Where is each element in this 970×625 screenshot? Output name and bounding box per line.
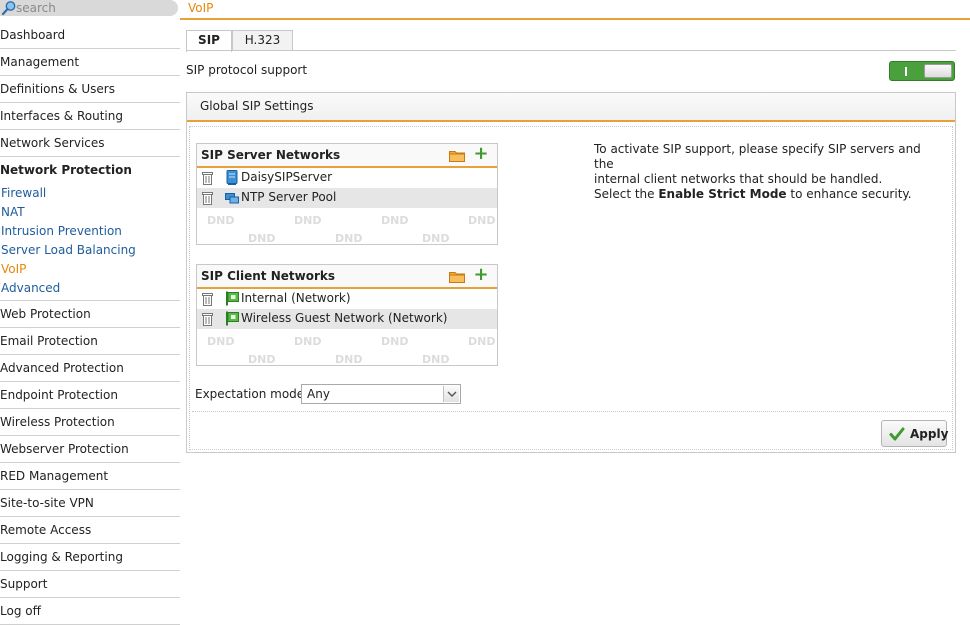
drop-zone[interactable]: DND DND DND DND DND DND DND: [197, 329, 497, 365]
info-line: To activate SIP support, please specify …: [594, 142, 921, 171]
check-icon: [889, 427, 905, 441]
toggle-on-indicator: [905, 67, 907, 76]
sip-server-networks-title: SIP Server Networks: [201, 148, 341, 162]
info-text: to enhance security.: [786, 187, 912, 201]
expectation-mode-label: Expectation mode:: [195, 387, 309, 401]
drop-zone[interactable]: DND DND DND DND DND DND DND: [197, 208, 497, 244]
global-sip-settings-header: Global SIP Settings: [187, 93, 955, 122]
search-input[interactable]: [16, 0, 171, 16]
sidebar-item-wireless-protection[interactable]: Wireless Protection: [0, 409, 180, 436]
sidebar-item-red-management[interactable]: RED Management: [0, 463, 180, 490]
sip-server-networks-header: SIP Server Networks +: [197, 144, 497, 168]
sip-protocol-support-label: SIP protocol support: [186, 63, 308, 77]
dns-group-icon: [225, 193, 239, 204]
trash-icon[interactable]: [202, 292, 213, 306]
sip-info-text: To activate SIP support, please specify …: [594, 142, 944, 202]
expectation-mode-select[interactable]: Any: [301, 384, 461, 404]
sidebar-item-endpoint-protection[interactable]: Endpoint Protection: [0, 382, 180, 409]
sidebar-item-definitions-users[interactable]: Definitions & Users: [0, 76, 180, 103]
divider: [192, 411, 952, 412]
expectation-mode-value: Any: [307, 387, 330, 401]
dnd-hint: DND: [422, 232, 450, 242]
info-line: internal client networks that should be …: [594, 172, 883, 186]
sip-protocol-toggle[interactable]: [889, 61, 955, 81]
dnd-hint: DND: [207, 214, 235, 227]
info-line: Select the Enable Strict Mode to enhance…: [594, 187, 944, 202]
sidebar-item-dashboard[interactable]: Dashboard: [0, 22, 180, 49]
dnd-hint: DND: [422, 353, 450, 363]
network-icon: [226, 291, 239, 306]
sidebar-item-support[interactable]: Support: [0, 571, 180, 598]
sip-client-networks-box: SIP Client Networks + Internal (Network): [196, 264, 498, 366]
network-label: Internal (Network): [241, 291, 351, 305]
sidebar-subitem-server-load-balancing[interactable]: Server Load Balancing: [0, 241, 180, 260]
sidebar-subitem-firewall[interactable]: Firewall: [0, 184, 180, 203]
top-bar: VoIP: [180, 0, 970, 20]
server-icon: [226, 170, 238, 185]
dnd-hint: DND: [248, 232, 276, 242]
dnd-hint: DND: [335, 232, 363, 242]
add-icon[interactable]: +: [473, 266, 489, 284]
sidebar-item-network-protection[interactable]: Network Protection: [0, 157, 180, 184]
tab-h323[interactable]: H.323: [232, 30, 293, 51]
trash-icon[interactable]: [202, 171, 213, 185]
sidebar-item-webserver-protection[interactable]: Webserver Protection: [0, 436, 180, 463]
dnd-hint: DND: [468, 335, 496, 348]
list-item[interactable]: NTP Server Pool: [197, 188, 497, 208]
sidebar-item-email-protection[interactable]: Email Protection: [0, 328, 180, 355]
server-label: DaisySIPServer: [241, 170, 333, 184]
trash-icon[interactable]: [202, 191, 213, 205]
search-box[interactable]: [0, 0, 178, 16]
sidebar-subitem-intrusion-prevention[interactable]: Intrusion Prevention: [0, 222, 180, 241]
sip-client-networks-header: SIP Client Networks +: [197, 265, 497, 289]
tabs-divider: [186, 50, 956, 51]
strict-mode-emphasis: Enable Strict Mode: [658, 187, 787, 201]
global-sip-settings-title: Global SIP Settings: [200, 99, 314, 113]
sip-client-networks-title: SIP Client Networks: [201, 269, 335, 283]
add-icon[interactable]: +: [473, 145, 489, 163]
sidebar-item-remote-access[interactable]: Remote Access: [0, 517, 180, 544]
sidebar-item-site-to-site-vpn[interactable]: Site-to-site VPN: [0, 490, 180, 517]
network-label: Wireless Guest Network (Network): [241, 311, 448, 325]
info-text: Select the: [594, 187, 659, 201]
list-item[interactable]: DaisySIPServer: [197, 168, 497, 188]
trash-icon[interactable]: [202, 312, 213, 326]
sidebar-subitem-nat[interactable]: NAT: [0, 203, 180, 222]
sidebar-nav: Dashboard Management Definitions & Users…: [0, 22, 180, 625]
sidebar-item-web-protection[interactable]: Web Protection: [0, 301, 180, 328]
sidebar-item-management[interactable]: Management: [0, 49, 180, 76]
sidebar: Dashboard Management Definitions & Users…: [0, 0, 180, 625]
sidebar-subitem-advanced[interactable]: Advanced: [0, 279, 180, 298]
sidebar-subitem-voip[interactable]: VoIP: [0, 260, 180, 279]
network-protection-submenu: Firewall NAT Intrusion Prevention Server…: [0, 184, 180, 301]
dnd-hint: DND: [381, 214, 409, 227]
apply-button[interactable]: Apply: [881, 420, 949, 447]
list-item[interactable]: Internal (Network): [197, 289, 497, 309]
apply-label: Apply: [910, 427, 949, 441]
dnd-hint: DND: [207, 335, 235, 348]
tab-sip[interactable]: SIP: [186, 30, 232, 52]
dnd-hint: DND: [294, 214, 322, 227]
sip-server-networks-box: SIP Server Networks + DaisySIPServer NTP…: [196, 143, 498, 245]
sidebar-item-network-services[interactable]: Network Services: [0, 130, 180, 157]
server-label: NTP Server Pool: [241, 190, 337, 204]
search-icon: [1, 1, 16, 16]
dnd-hint: DND: [248, 353, 276, 363]
sidebar-item-log-off[interactable]: Log off: [0, 598, 180, 625]
network-icon: [226, 311, 239, 326]
dnd-hint: DND: [335, 353, 363, 363]
dnd-hint: DND: [294, 335, 322, 348]
folder-icon[interactable]: [449, 270, 465, 283]
sidebar-item-advanced-protection[interactable]: Advanced Protection: [0, 355, 180, 382]
chevron-down-icon[interactable]: [443, 386, 459, 402]
list-item[interactable]: Wireless Guest Network (Network): [197, 309, 497, 329]
dnd-hint: DND: [468, 214, 496, 227]
dnd-hint: DND: [381, 335, 409, 348]
toggle-knob[interactable]: [924, 64, 952, 78]
sidebar-item-interfaces-routing[interactable]: Interfaces & Routing: [0, 103, 180, 130]
sidebar-item-logging-reporting[interactable]: Logging & Reporting: [0, 544, 180, 571]
breadcrumb: VoIP: [188, 1, 214, 15]
folder-icon[interactable]: [449, 149, 465, 162]
